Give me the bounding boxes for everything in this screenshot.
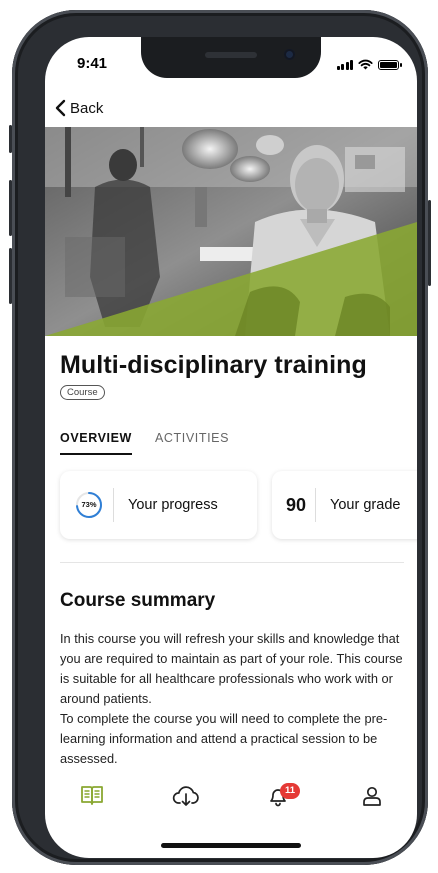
notch — [141, 37, 321, 78]
signal-icon — [336, 60, 353, 70]
status-icons — [336, 59, 402, 70]
course-summary-title: Course summary — [60, 590, 216, 611]
tab-activities[interactable]: ACTIVITIES — [155, 431, 229, 455]
tab-overview[interactable]: OVERVIEW — [60, 431, 132, 455]
course-summary-text: In this course you will refresh your ski… — [60, 629, 410, 769]
summary-paragraph: In this course you will refresh your ski… — [60, 631, 403, 706]
volume-down-button — [9, 248, 12, 304]
section-divider — [60, 562, 404, 563]
front-camera — [284, 49, 295, 60]
course-type-badge: Course — [60, 385, 105, 400]
nav-item-courses[interactable] — [81, 785, 103, 810]
progress-label: Your progress — [128, 497, 218, 513]
back-label: Back — [70, 99, 104, 117]
grade-label: Your grade — [330, 497, 401, 513]
nav-item-profile[interactable] — [361, 785, 383, 812]
hero-illustration — [45, 127, 417, 336]
card-divider — [315, 488, 317, 522]
phone-frame: 9:41 Back Multi-disciplinary training Co… — [9, 10, 431, 865]
wifi-icon — [358, 59, 373, 70]
tab-bar: OVERVIEW ACTIVITIES — [60, 431, 229, 455]
chevron-left-icon — [55, 99, 66, 117]
nav-item-downloads[interactable] — [172, 785, 200, 812]
bottom-nav: 11 — [45, 777, 417, 817]
course-title: Multi-disciplinary training — [60, 351, 367, 379]
battery-icon — [378, 60, 402, 70]
cloud-download-icon — [172, 786, 199, 806]
course-hero-image — [45, 127, 417, 336]
home-indicator[interactable] — [161, 843, 301, 848]
grade-card[interactable]: 90 Your grade — [272, 471, 417, 539]
progress-card[interactable]: 73% Your progress — [60, 471, 257, 539]
back-button[interactable]: Back — [55, 99, 103, 117]
notification-badge: 11 — [280, 783, 300, 799]
progress-ring: 73% — [75, 491, 103, 519]
speaker — [205, 52, 257, 58]
progress-value: 73% — [81, 500, 97, 509]
power-button — [428, 200, 431, 286]
mute-switch — [9, 125, 12, 153]
summary-paragraph: To complete the course you will need to … — [60, 711, 388, 766]
card-divider — [113, 488, 114, 522]
status-time: 9:41 — [77, 55, 108, 72]
grade-value: 90 — [286, 494, 307, 515]
user-icon — [363, 786, 381, 806]
screen: 9:41 Back Multi-disciplinary training Co… — [45, 37, 417, 858]
book-icon — [81, 786, 103, 805]
volume-up-button — [9, 180, 12, 236]
